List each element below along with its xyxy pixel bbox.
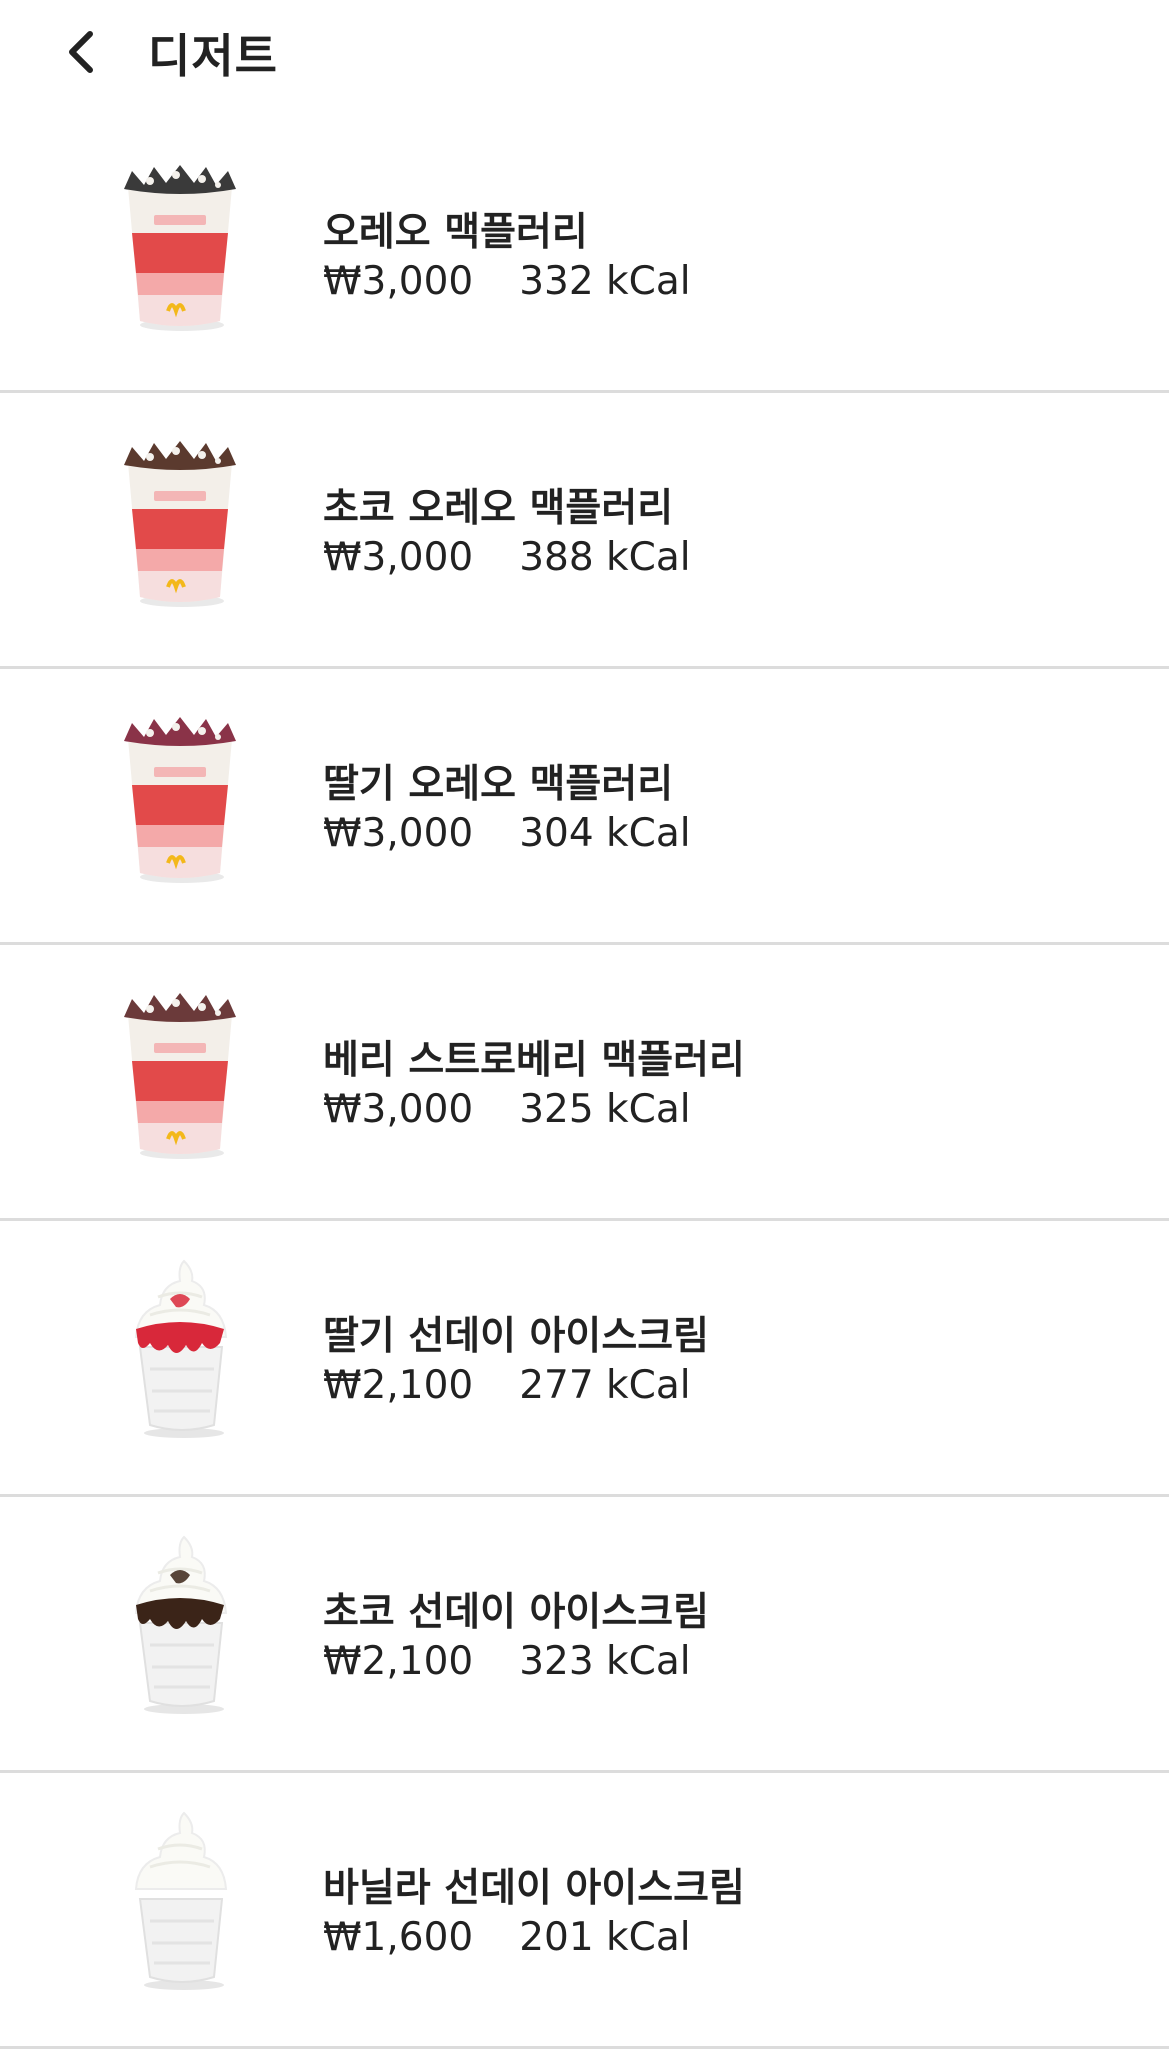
item-kcal: 304 kCal [519,811,691,856]
item-name: 오레오 맥플러리 [323,210,588,255]
sundae-cup-illustration [134,1259,228,1438]
menu-item-strawberry-oreo-mcflurry[interactable]: 딸기 오레오 맥플러리 ₩3,000 304 kCal [0,669,1169,945]
header-bar: 디저트 [0,0,1169,120]
item-meta: ₩3,000 304 kCal [323,811,691,856]
sundae-cup-image [110,1811,250,1991]
mcflurry-cup-image [110,707,250,887]
item-name: 바닐라 선데이 아이스크림 [323,1866,745,1911]
item-price: ₩2,100 [323,1363,474,1408]
sundae-cup-illustration [134,1811,228,1990]
menu-item-berry-strawberry-mcflurry[interactable]: 베리 스트로베리 맥플러리 ₩3,000 325 kCal [0,945,1169,1221]
menu-list: 오레오 맥플러리 ₩3,000 332 kCal 초코 오레오 맥플러리 ₩3,0… [0,117,1169,2049]
item-price: ₩3,000 [323,1087,474,1132]
item-name: 베리 스트로베리 맥플러리 [323,1038,745,1083]
menu-item-choco-oreo-mcflurry[interactable]: 초코 오레오 맥플러리 ₩3,000 388 kCal [0,393,1169,669]
page-title: 디저트 [148,29,278,83]
mcflurry-cup-illustration [124,993,236,1159]
item-name: 딸기 선데이 아이스크림 [323,1314,709,1359]
item-name: 초코 선데이 아이스크림 [323,1590,709,1635]
mcflurry-cup-illustration [124,717,236,883]
item-kcal: 388 kCal [519,535,691,580]
sundae-cup-image [110,1259,250,1439]
item-kcal: 201 kCal [519,1915,691,1960]
item-price: ₩3,000 [323,535,474,580]
item-price: ₩2,100 [323,1639,474,1684]
mcflurry-cup-illustration [124,441,236,607]
mcflurry-cup-image [110,155,250,335]
item-kcal: 323 kCal [519,1639,691,1684]
item-meta: ₩3,000 332 kCal [323,259,691,304]
item-meta: ₩3,000 325 kCal [323,1087,691,1132]
item-kcal: 332 kCal [519,259,691,304]
back-icon[interactable] [56,24,112,80]
item-price: ₩3,000 [323,259,474,304]
mcflurry-cup-image [110,983,250,1163]
menu-item-choco-sundae[interactable]: 초코 선데이 아이스크림 ₩2,100 323 kCal [0,1497,1169,1773]
item-meta: ₩2,100 323 kCal [323,1639,691,1684]
mcflurry-cup-image [110,431,250,611]
item-meta: ₩2,100 277 kCal [323,1363,691,1408]
menu-item-strawberry-sundae[interactable]: 딸기 선데이 아이스크림 ₩2,100 277 kCal [0,1221,1169,1497]
item-kcal: 277 kCal [519,1363,691,1408]
item-name: 딸기 오레오 맥플러리 [323,762,674,807]
sundae-cup-image [110,1535,250,1715]
item-meta: ₩3,000 388 kCal [323,535,691,580]
item-kcal: 325 kCal [519,1087,691,1132]
mcflurry-cup-illustration [124,165,236,331]
menu-item-vanilla-sundae[interactable]: 바닐라 선데이 아이스크림 ₩1,600 201 kCal [0,1773,1169,2049]
sundae-cup-illustration [134,1535,228,1714]
item-price: ₩1,600 [323,1915,474,1960]
item-meta: ₩1,600 201 kCal [323,1915,691,1960]
menu-item-oreo-mcflurry[interactable]: 오레오 맥플러리 ₩3,000 332 kCal [0,117,1169,393]
item-name: 초코 오레오 맥플러리 [323,486,674,531]
item-price: ₩3,000 [323,811,474,856]
